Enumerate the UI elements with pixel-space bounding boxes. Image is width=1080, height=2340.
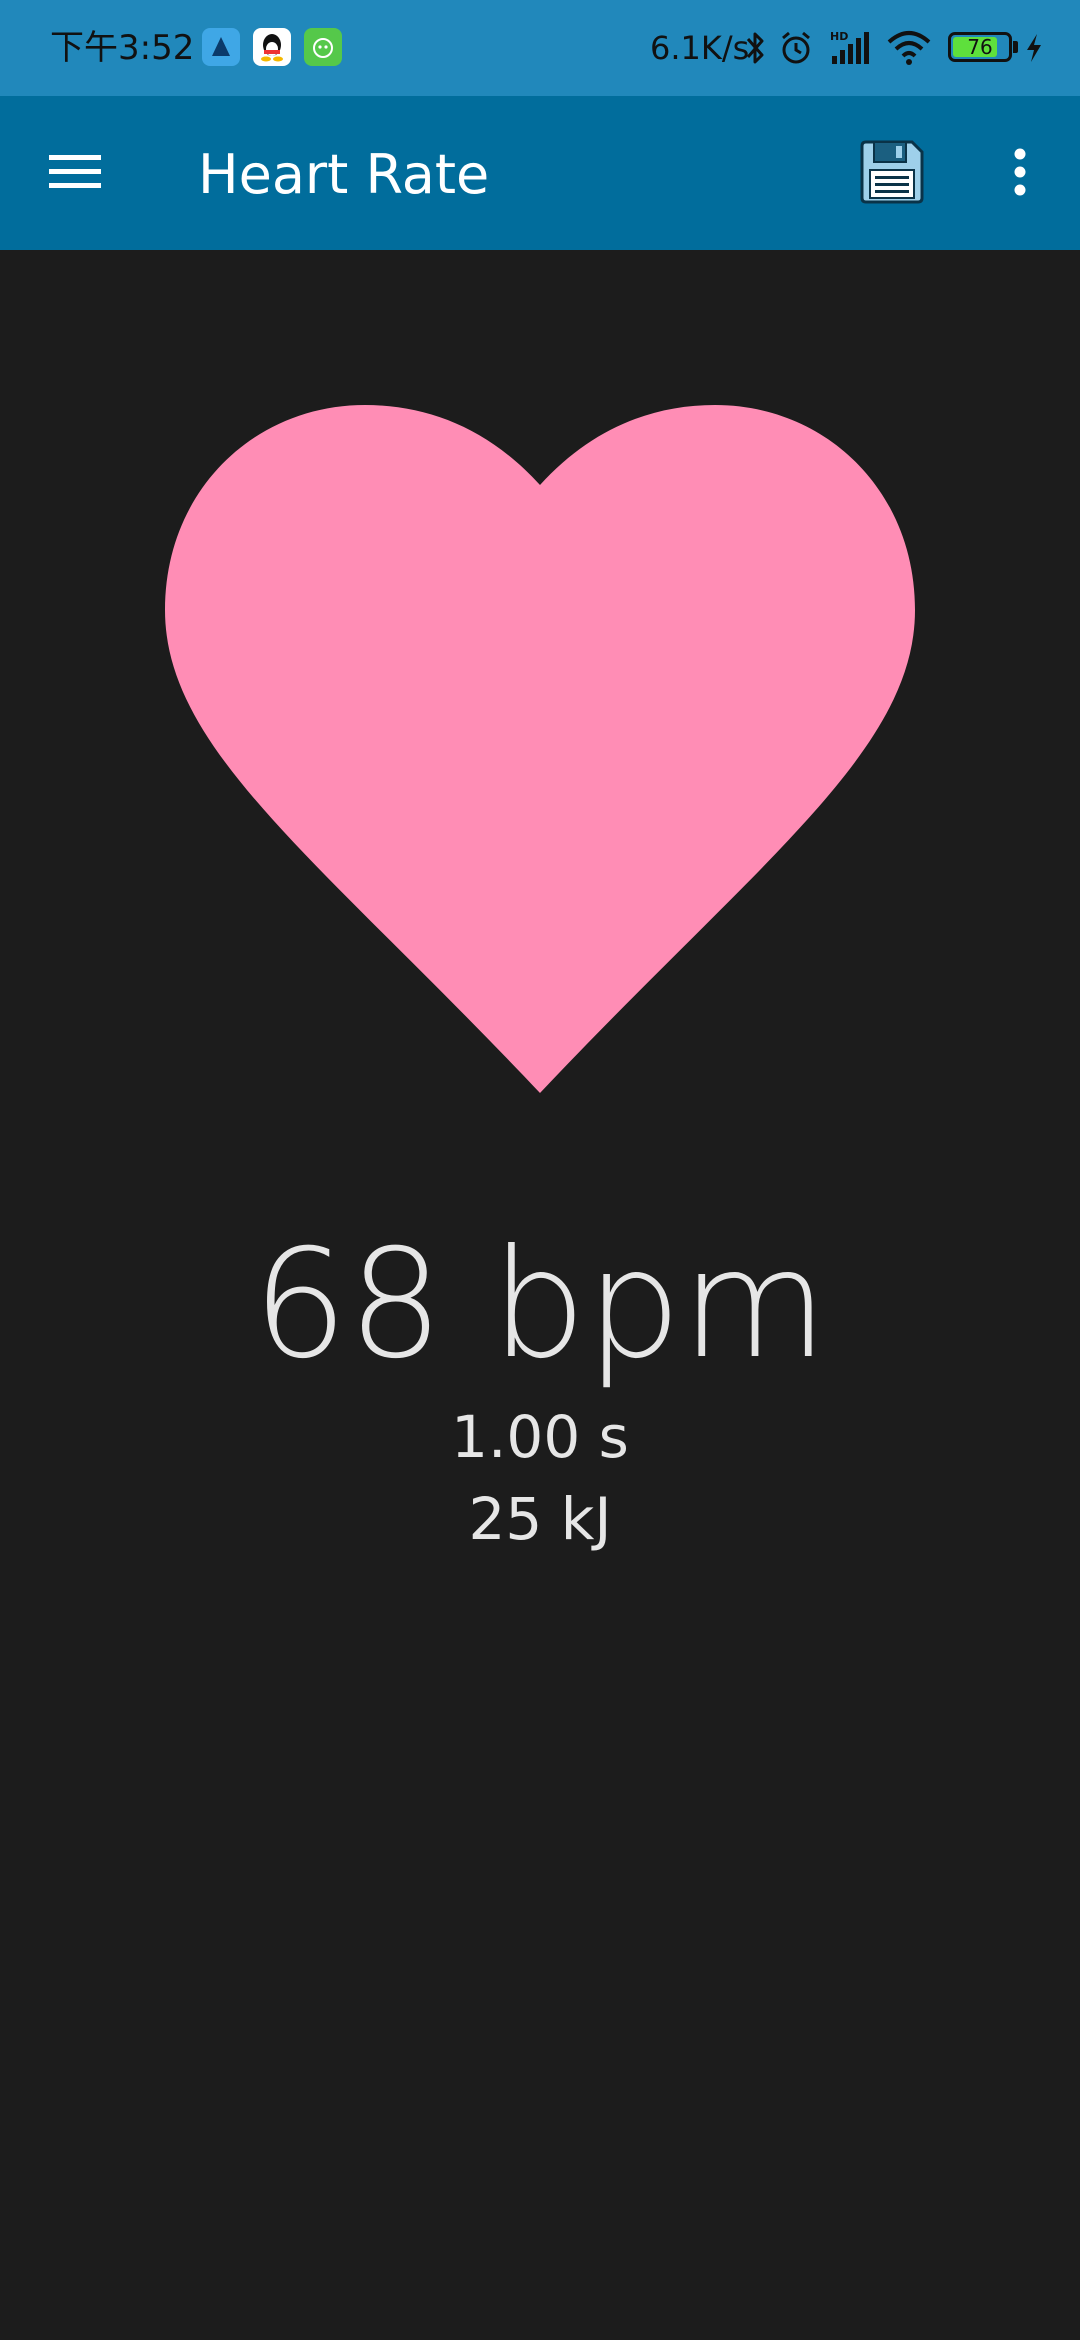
screen: 下午3:52 6.1K/s HD 76 Heart Rate 68 bpm 1.… bbox=[0, 0, 1080, 2340]
status-bar: 下午3:52 6.1K/s HD 76 bbox=[0, 0, 1080, 96]
battery-level: 76 bbox=[967, 35, 993, 59]
heart-rate-value: 68 bpm bbox=[252, 1218, 828, 1392]
page-title: Heart Rate bbox=[198, 143, 490, 206]
more-vertical-icon bbox=[1013, 147, 1027, 201]
battery-tip bbox=[1013, 41, 1018, 53]
svg-text:HD: HD bbox=[830, 30, 848, 43]
charging-icon bbox=[1023, 32, 1045, 68]
notification-app-icon bbox=[202, 28, 240, 66]
hd-signal-icon: HD bbox=[828, 28, 872, 68]
energy-value: 25 kJ bbox=[468, 1485, 612, 1553]
floppy-disk-icon bbox=[858, 138, 926, 210]
save-button[interactable] bbox=[852, 134, 932, 214]
beat-interval-value: 1.00 s bbox=[451, 1403, 629, 1471]
bluetooth-icon bbox=[742, 28, 768, 68]
heart-icon bbox=[160, 400, 920, 1100]
status-indicators: HD bbox=[742, 24, 932, 72]
android-app-icon bbox=[304, 28, 342, 66]
wifi-icon bbox=[886, 28, 932, 68]
navigation-menu-button[interactable] bbox=[38, 136, 114, 212]
qq-icon bbox=[253, 28, 291, 66]
hamburger-menu-icon bbox=[49, 152, 103, 196]
app-bar: Heart Rate bbox=[0, 96, 1080, 250]
status-time: 下午3:52 bbox=[50, 28, 195, 68]
alarm-icon bbox=[778, 28, 814, 68]
more-options-button[interactable] bbox=[1000, 136, 1040, 212]
network-speed: 6.1K/s bbox=[650, 29, 750, 67]
